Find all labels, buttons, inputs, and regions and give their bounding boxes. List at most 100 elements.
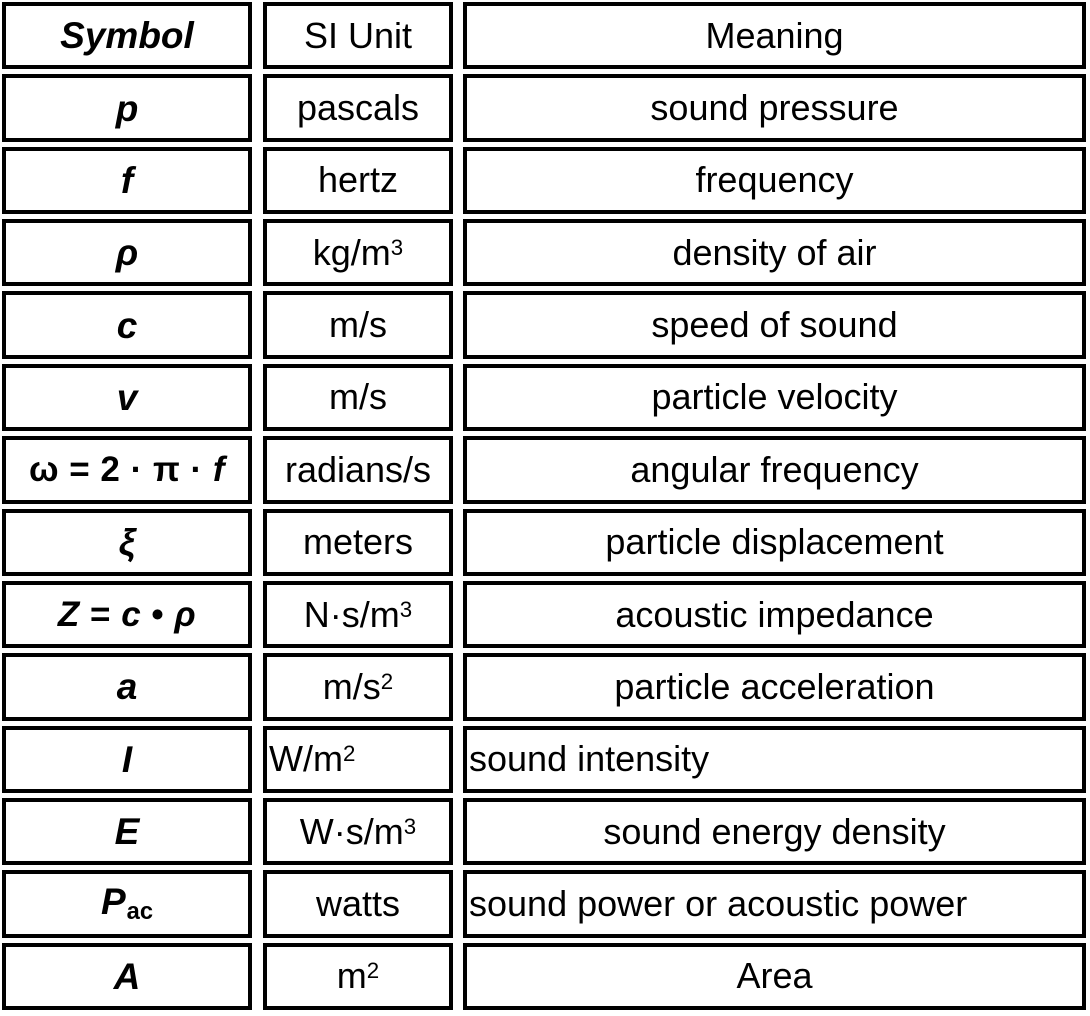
cell-unit: W/m2	[263, 725, 453, 793]
meaning-sound-pressure: sound pressure	[650, 87, 899, 129]
cell-meaning: sound pressure	[463, 74, 1086, 142]
cell-unit: meters	[263, 508, 453, 576]
multiply-dot: ·	[120, 450, 153, 490]
unit-kg-per-m3: kg/m3	[312, 231, 404, 273]
meaning-acoustic-impedance: acoustic impedance	[615, 593, 934, 635]
cell-symbol: E	[2, 797, 252, 866]
cell-unit: m2	[263, 942, 453, 1011]
meaning-particle-velocity: particle velocity	[651, 376, 898, 418]
equals-sign: =	[79, 595, 122, 635]
unit-base: W·s/m	[299, 810, 404, 852]
symbol-p-glyph: P	[100, 881, 126, 923]
cell-meaning: frequency	[463, 146, 1086, 215]
symbol-a: a	[116, 666, 138, 708]
cell-unit: m/s2	[263, 653, 453, 721]
table-row: a m/s2 particle acceleration	[2, 653, 1086, 721]
table-row: ω = 2 · π · f radians/s angular frequenc…	[2, 436, 1086, 504]
unit-m-per-s2: m/s2	[322, 665, 394, 707]
cell-meaning: density of air	[463, 219, 1086, 287]
multiply-bullet: •	[141, 595, 175, 635]
symbol-c-glyph: c	[121, 595, 142, 635]
cell-meaning: acoustic impedance	[463, 580, 1086, 649]
unit-exponent: 2	[380, 668, 394, 694]
table-row: I W/m2 sound intensity	[2, 725, 1086, 793]
cell-unit: watts	[263, 870, 453, 938]
column-header-si-unit-label: SI Unit	[303, 14, 413, 56]
unit-exponent: 3	[403, 813, 417, 839]
symbol-v: v	[116, 376, 138, 418]
table-row: ξ meters particle displacement	[2, 508, 1086, 576]
cell-meaning: Area	[463, 942, 1086, 1011]
cell-meaning: sound power or acoustic power	[463, 870, 1086, 938]
pi-glyph: π	[152, 450, 181, 490]
table-row: E W·s/m3 sound energy density	[2, 797, 1086, 866]
unit-base: m/s	[322, 665, 381, 707]
symbol-area: A	[113, 955, 141, 997]
unit-w-s-per-m3: W·s/m3	[299, 810, 417, 852]
meaning-frequency: frequency	[695, 159, 854, 201]
unit-base: m	[336, 955, 367, 997]
cell-unit: hertz	[263, 146, 453, 215]
unit-exponent: 2	[366, 958, 380, 984]
table-row: v m/s particle velocity	[2, 363, 1086, 432]
unit-meters: meters	[302, 521, 414, 563]
numeral-two: 2	[100, 450, 121, 490]
column-header-meaning: Meaning	[463, 2, 1086, 70]
unit-m2: m2	[337, 958, 379, 994]
cell-meaning: sound energy density	[463, 797, 1086, 866]
unit-pascals: pascals	[296, 87, 420, 129]
acoustic-quantities-table: Symbol SI Unit Meaning p pascals sound p…	[0, 0, 1090, 1016]
multiply-dot: ·	[180, 450, 213, 490]
unit-exponent: 3	[390, 234, 404, 260]
unit-exponent: 3	[399, 596, 413, 622]
symbol-z-expression: Z = c • ρ	[58, 597, 196, 632]
table-row: Z = c • ρ N·s/m3 acoustic impedance	[2, 580, 1086, 649]
unit-radians-per-s: radians/s	[284, 448, 432, 490]
meaning-speed-of-sound: speed of sound	[651, 304, 898, 346]
table-row: f hertz frequency	[2, 146, 1086, 215]
cell-symbol: a	[2, 653, 252, 721]
column-header-si-unit: SI Unit	[263, 2, 453, 70]
table-row: ρ kg/m3 density of air	[2, 219, 1086, 287]
cell-symbol: ξ	[2, 508, 252, 576]
symbol-f: f	[120, 159, 134, 201]
cell-symbol: Z = c • ρ	[2, 580, 252, 649]
unit-n-s-per-m3: N·s/m3	[303, 593, 413, 635]
cell-unit: W·s/m3	[263, 797, 453, 866]
unit-m-per-s: m/s	[329, 376, 387, 418]
unit-w-per-m2: W/m2	[269, 741, 355, 777]
symbol-p: p	[115, 87, 139, 129]
cell-unit: m/s	[263, 291, 453, 359]
unit-m-per-s: m/s	[329, 304, 387, 346]
cell-meaning: particle acceleration	[463, 653, 1086, 721]
cell-meaning: angular frequency	[463, 436, 1086, 504]
unit-base: N·s/m	[303, 593, 400, 635]
meaning-particle-acceleration: particle acceleration	[614, 665, 935, 707]
cell-symbol: ω = 2 · π · f	[2, 436, 252, 504]
meaning-angular-frequency: angular frequency	[630, 448, 919, 490]
meaning-area: Area	[736, 955, 813, 997]
table-row: A m2 Area	[2, 942, 1086, 1011]
rho-glyph: ρ	[174, 595, 197, 635]
table-header-row: Symbol SI Unit Meaning	[2, 2, 1086, 70]
cell-symbol: Pac	[2, 870, 252, 938]
symbol-c: c	[116, 304, 138, 346]
unit-exponent: 2	[342, 741, 356, 767]
symbol-p-ac: Pac	[101, 883, 153, 925]
cell-meaning: particle displacement	[463, 508, 1086, 576]
cell-symbol: A	[2, 942, 252, 1011]
unit-base: kg/m	[312, 231, 391, 273]
cell-meaning: sound intensity	[463, 725, 1086, 793]
omega-glyph: ω	[28, 450, 60, 490]
equals-sign: =	[59, 450, 101, 490]
symbol-xi: ξ	[118, 521, 136, 563]
unit-watts: watts	[315, 882, 401, 924]
cell-unit: radians/s	[263, 436, 453, 504]
cell-symbol: v	[2, 363, 252, 432]
cell-symbol: f	[2, 146, 252, 215]
cell-symbol: ρ	[2, 219, 252, 287]
cell-meaning: particle velocity	[463, 363, 1086, 432]
meaning-sound-power: sound power or acoustic power	[469, 882, 968, 924]
unit-hertz: hertz	[317, 159, 399, 201]
meaning-sound-energy-density: sound energy density	[603, 810, 946, 852]
